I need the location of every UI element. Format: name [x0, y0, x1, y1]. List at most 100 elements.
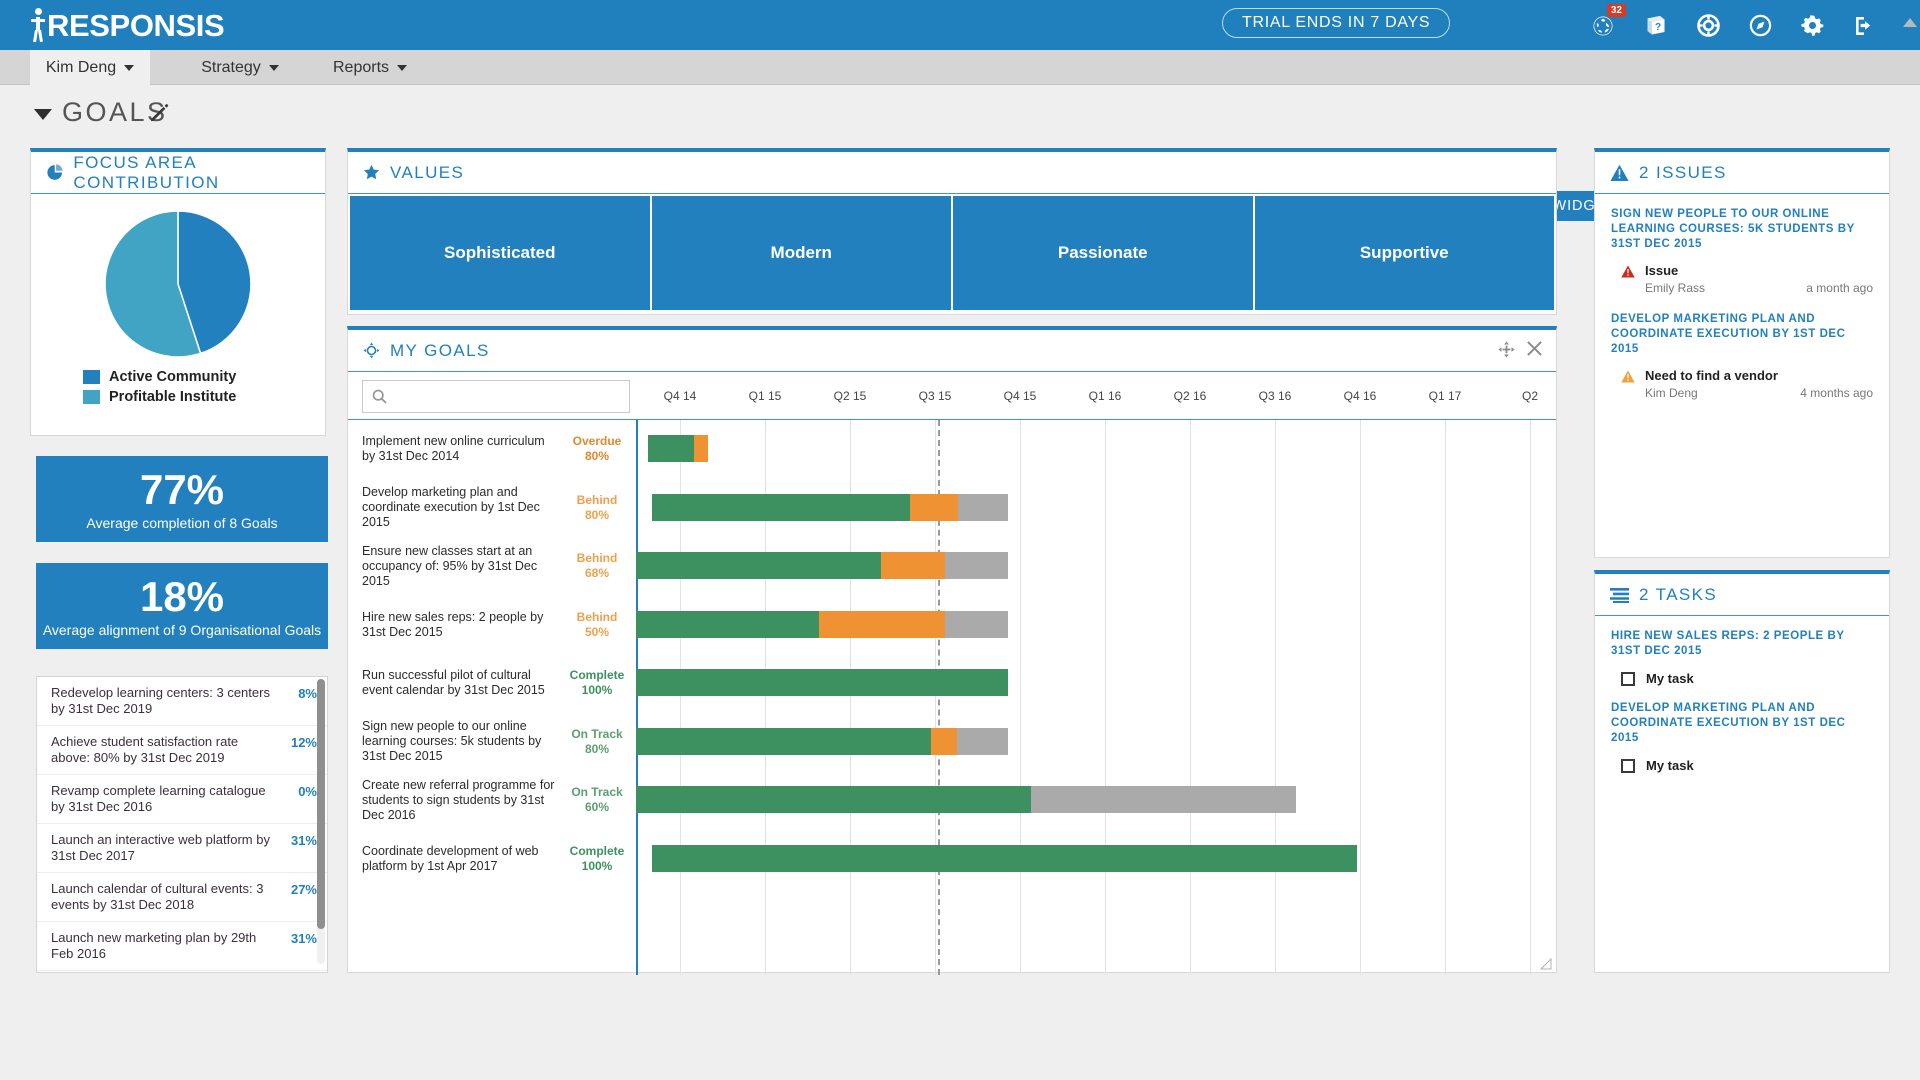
task-goal-link[interactable]: DEVELOP MARKETING PLAN AND COORDINATE EX…: [1611, 701, 1873, 746]
org-goal-row[interactable]: Redevelop learning centers: 3 centers by…: [37, 677, 327, 726]
gantt-gridline: [1445, 420, 1446, 975]
tab-reports[interactable]: Reports: [320, 50, 420, 85]
app-logo[interactable]: RESPONSIS: [30, 8, 225, 43]
gantt-bar-segment-orange: [881, 552, 945, 579]
org-goal-label: Launch calendar of cultural events: 3 ev…: [51, 881, 264, 912]
star-icon: [363, 164, 380, 180]
gantt-chart-area: [636, 420, 1556, 975]
task-label: My task: [1646, 758, 1694, 773]
chevron-down-icon: [397, 64, 408, 71]
tab-label: Kim Deng: [45, 58, 117, 76]
resize-handle[interactable]: [1539, 957, 1552, 970]
gantt-bar-segment-green: [636, 552, 881, 579]
help-book-icon[interactable]: ?: [1630, 0, 1682, 50]
gantt-status-label: On Track: [571, 785, 623, 800]
task-checkbox[interactable]: [1621, 758, 1635, 773]
issues-panel: 2 ISSUES SIGN NEW PEOPLE TO OUR ONLINE L…: [1594, 148, 1890, 558]
tasks-list: HIRE NEW SALES REPS: 2 PEOPLE BY 31ST DE…: [1595, 616, 1889, 775]
issue-item: SIGN NEW PEOPLE TO OUR ONLINE LEARNING C…: [1595, 194, 1889, 299]
scroll-up-arrow[interactable]: [1903, 18, 1917, 27]
value-cell[interactable]: Modern: [651, 196, 951, 310]
gantt-bar[interactable]: [636, 786, 1296, 813]
tab-kim-deng[interactable]: Kim Deng: [30, 50, 150, 85]
org-goal-percent: 8%: [298, 686, 317, 701]
gantt-goal-name: Develop marketing plan and coordinate ex…: [362, 485, 540, 530]
gantt-bar[interactable]: [648, 435, 708, 462]
gantt-goal-name: Sign new people to our online learning c…: [362, 719, 542, 764]
globe-notifications-icon[interactable]: 32: [1578, 0, 1630, 50]
task-goal-link[interactable]: HIRE NEW SALES REPS: 2 PEOPLE BY 31ST DE…: [1611, 629, 1873, 659]
gantt-bar[interactable]: [636, 552, 1008, 579]
logo-text: RESPONSIS: [47, 8, 225, 43]
gantt-status-percent: 100%: [581, 858, 613, 873]
issue-goal-link[interactable]: SIGN NEW PEOPLE TO OUR ONLINE LEARNING C…: [1611, 207, 1873, 252]
org-goal-row[interactable]: Revamp complete learning catalogue by 31…: [37, 775, 327, 824]
move-widget-icon[interactable]: [1498, 341, 1515, 363]
gantt-goal-row[interactable]: Ensure new classes start at an occupancy…: [348, 537, 636, 596]
lifering-support-icon[interactable]: [1682, 0, 1734, 50]
gear-settings-icon[interactable]: [1786, 0, 1838, 50]
gantt-bar[interactable]: [652, 493, 1008, 521]
issue-detail: Issue Emily Rass a month ago: [1611, 263, 1873, 295]
collapse-chevron-icon[interactable]: [34, 109, 52, 120]
panel-header: VALUES: [348, 152, 1556, 194]
tasks-panel: 2 TASKS HIRE NEW SALES REPS: 2 PEOPLE BY…: [1594, 570, 1890, 973]
issue-goal-link[interactable]: DEVELOP MARKETING PLAN AND COORDINATE EX…: [1611, 312, 1873, 357]
gantt-gridline: [1190, 420, 1191, 975]
org-goal-row[interactable]: Launch calendar of cultural events: 3 ev…: [37, 873, 327, 922]
close-widget-icon[interactable]: [1527, 341, 1542, 363]
gantt-goal-row[interactable]: Coordinate development of web platform b…: [348, 830, 636, 889]
notification-count-badge: 32: [1606, 4, 1626, 17]
org-goal-row[interactable]: Achieve revenue of: $1m by 31st Dec 2019…: [37, 971, 327, 972]
goal-search-box[interactable]: [362, 380, 630, 413]
timeline-tick-label: Q1 15: [748, 389, 782, 403]
tab-strategy[interactable]: Strategy: [185, 50, 295, 85]
chevron-down-icon: [268, 64, 279, 71]
timeline-tick-label: Q3 16: [1258, 389, 1292, 403]
org-goal-row[interactable]: Launch an interactive web platform by 31…: [37, 824, 327, 873]
gantt-goal-row[interactable]: Hire new sales reps: 2 people by 31st De…: [348, 596, 636, 655]
gantt-goal-status: On Track 80%: [566, 727, 628, 757]
org-goal-row[interactable]: Achieve student satisfaction rate above:…: [37, 726, 327, 775]
edit-pencil-icon[interactable]: [148, 102, 170, 129]
gantt-goal-row[interactable]: Sign new people to our online learning c…: [348, 713, 636, 772]
panel-title: VALUES: [390, 162, 465, 182]
gantt-goal-row[interactable]: Create new referral programme for studen…: [348, 771, 636, 830]
issue-timestamp: 4 months ago: [1800, 386, 1873, 400]
value-cell[interactable]: Supportive: [1254, 196, 1554, 310]
panel-title: MY GOALS: [390, 340, 490, 360]
gantt-goal-row[interactable]: Implement new online curriculum by 31st …: [348, 420, 636, 479]
issue-texts: Need to find a vendor Kim Deng 4 months ag…: [1645, 368, 1873, 400]
gantt-bar[interactable]: [636, 669, 1008, 696]
header-icon-group: 32 ?: [1578, 0, 1890, 50]
organisational-goals-list: Redevelop learning centers: 3 centers by…: [36, 676, 328, 973]
org-goal-label: Redevelop learning centers: 3 centers by…: [51, 685, 270, 716]
gantt-bar[interactable]: [652, 844, 1357, 872]
timeline-tick-label: Q2: [1521, 389, 1538, 403]
panel-header: 2 ISSUES: [1595, 152, 1889, 194]
gantt-goal-list: Implement new online curriculum by 31st …: [348, 420, 638, 975]
legend-swatch: [83, 390, 100, 404]
org-goals-scrollbar[interactable]: [317, 679, 325, 964]
compass-icon[interactable]: [1734, 0, 1786, 50]
timeline-tick-label: Q4 16: [1343, 389, 1377, 403]
average-alignment-stat-card: 18% Average alignment of 9 Organisationa…: [36, 563, 328, 649]
value-cell[interactable]: Passionate: [953, 196, 1253, 310]
issue-item: DEVELOP MARKETING PLAN AND COORDINATE EX…: [1595, 299, 1889, 404]
task-checkbox[interactable]: [1621, 671, 1635, 686]
search-input[interactable]: [394, 388, 609, 405]
gantt-bar[interactable]: [636, 610, 1008, 638]
logout-icon[interactable]: [1838, 0, 1890, 50]
values-grid: Sophisticated Modern Passionate Supportive: [348, 194, 1556, 312]
my-goals-gantt-panel: MY GOALS Q4 14 Q1 15 Q2 15 Q3 15 Q4 15 Q1 16 Q…: [347, 326, 1557, 975]
gantt-bar-segment-green: [636, 610, 819, 638]
gantt-bar-segment-green: [652, 844, 1357, 872]
gantt-bar[interactable]: [636, 727, 1008, 755]
trial-status-button[interactable]: TRIAL ENDS IN 7 DAYS: [1222, 8, 1451, 38]
org-goal-row[interactable]: Launch new marketing plan by 29th Feb 20…: [37, 922, 327, 971]
org-goal-label: Launch an interactive web platform by 31…: [51, 832, 270, 863]
gantt-goal-row[interactable]: Run successful pilot of cultural event c…: [348, 654, 636, 713]
gantt-goal-row[interactable]: Develop marketing plan and coordinate ex…: [348, 479, 636, 538]
gantt-bar-segment-green: [636, 786, 1031, 813]
value-cell[interactable]: Sophisticated: [350, 196, 650, 310]
